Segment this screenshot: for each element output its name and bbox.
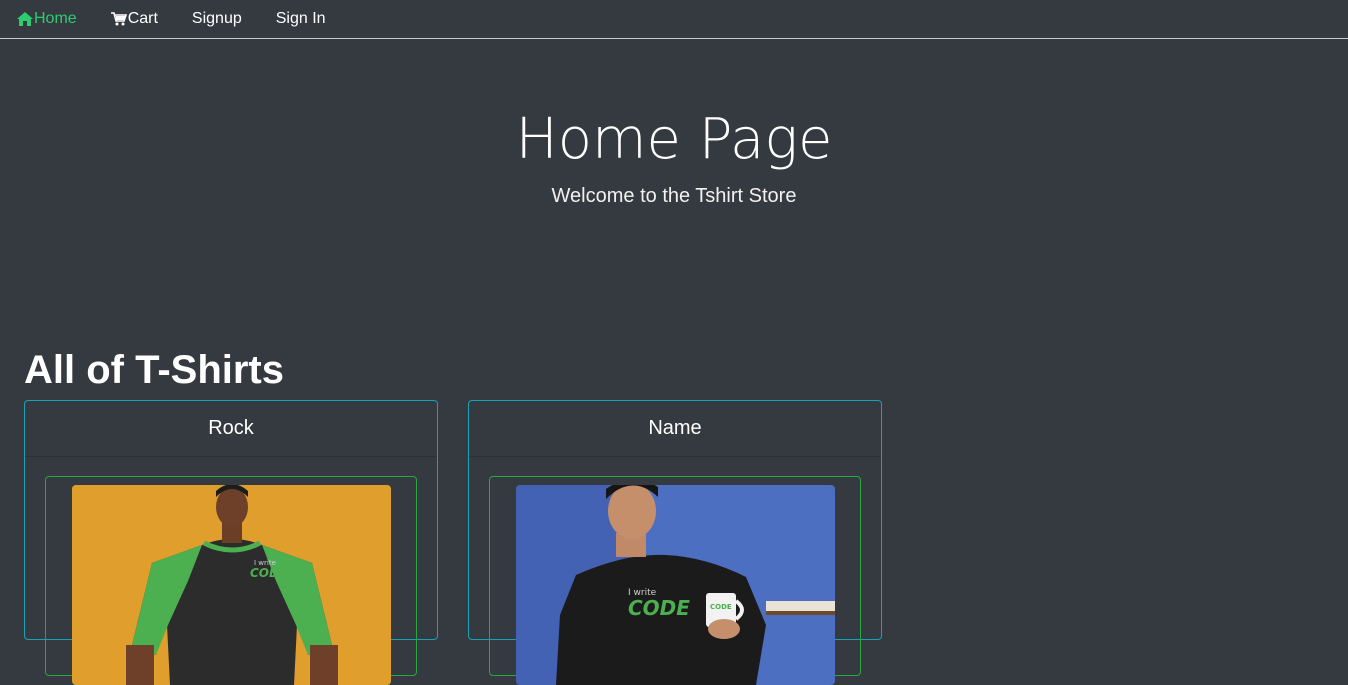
product-image-frame: I write CODE <box>45 476 417 685</box>
svg-text:CODE: CODE <box>710 603 732 611</box>
product-card: Rock I write CODE <box>24 400 438 685</box>
nav-signup-link[interactable]: Signup <box>192 9 242 29</box>
nav-home-link[interactable]: Home <box>17 9 77 29</box>
shirt-print-big: CODE <box>250 566 288 580</box>
product-image[interactable]: I write CODE <box>72 485 391 685</box>
product-image-frame: CODE I write CODE <box>489 476 861 685</box>
product-name: Rock <box>25 401 437 457</box>
page-subtitle: Welcome to the Tshirt Store <box>551 185 797 207</box>
nav-home-label: Home <box>34 10 77 27</box>
cart-icon <box>110 12 127 26</box>
tshirt-photo-2: CODE I write CODE <box>516 485 835 685</box>
product-card: Name CODE I write CODE <box>468 400 882 685</box>
hero-jumbotron: Home Page Welcome to the Tshirt Store <box>0 39 1348 208</box>
nav-signin-link[interactable]: Sign In <box>276 9 326 29</box>
shirt-print-big: CODE <box>628 596 690 620</box>
product-image[interactable]: CODE I write CODE <box>516 485 835 685</box>
nav-cart-label: Cart <box>127 10 158 27</box>
nav-cart-link[interactable]: Cart <box>110 9 158 29</box>
top-navbar: Home Cart Signup Sign In <box>0 0 1348 39</box>
tshirt-photo-1: I write CODE <box>72 485 391 685</box>
product-name: Name <box>469 401 881 457</box>
home-icon <box>17 12 33 26</box>
section-title: All of T-Shirts <box>24 348 284 392</box>
page-title: Home Page <box>515 107 833 172</box>
